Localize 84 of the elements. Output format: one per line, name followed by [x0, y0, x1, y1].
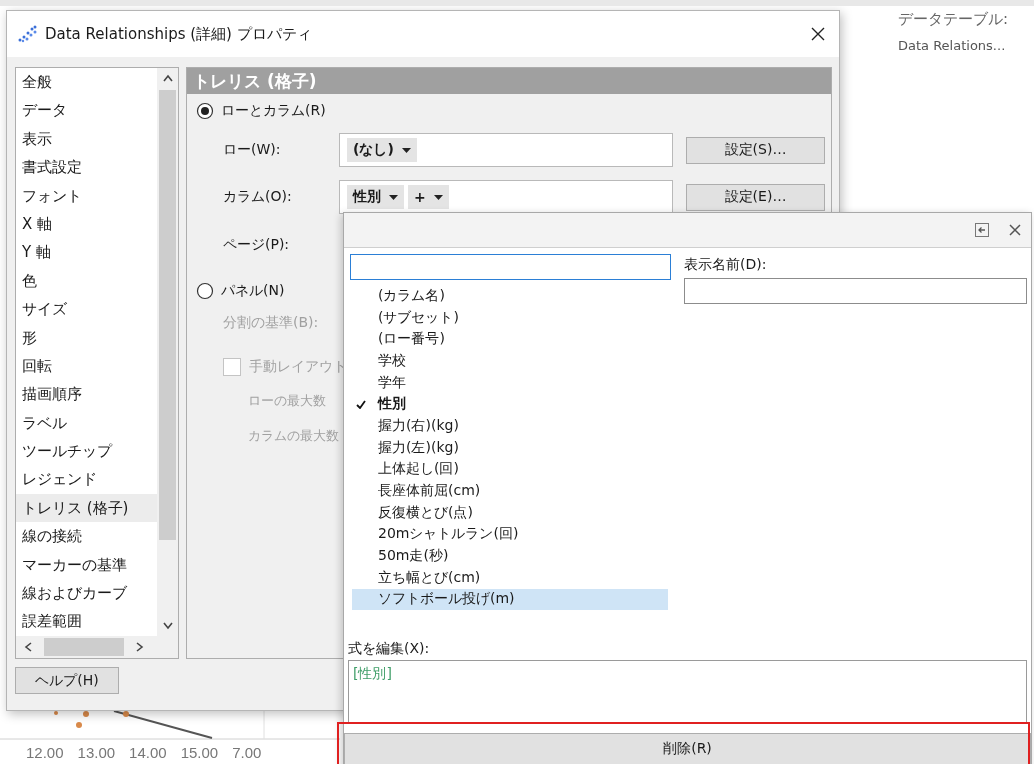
- category-item[interactable]: ツールチップ: [16, 437, 157, 466]
- scroll-thumb[interactable]: [44, 638, 124, 656]
- field-label: ページ(P):: [222, 235, 290, 254]
- category-item[interactable]: 色: [16, 266, 157, 296]
- vertical-scrollbar[interactable]: [157, 68, 178, 636]
- column-item[interactable]: 20mシャトルラン(回): [352, 523, 668, 546]
- caret-icon: [433, 194, 443, 200]
- category-item[interactable]: 線の接続: [16, 522, 157, 551]
- field-label: 表示名前(D):: [684, 255, 768, 274]
- search-field[interactable]: [350, 254, 671, 280]
- column-item[interactable]: 学校: [352, 350, 668, 372]
- field-label: カラムの最大数: [247, 427, 339, 445]
- token-chip[interactable]: 性別: [347, 185, 404, 209]
- close-icon[interactable]: [1008, 223, 1022, 237]
- column-item[interactable]: (カラム名): [352, 285, 668, 307]
- delete-button[interactable]: 削除(R): [344, 733, 1031, 764]
- field-label: 式を編集(X):: [347, 639, 431, 658]
- column-item[interactable]: 立ち幅とび(cm): [352, 566, 668, 589]
- radio-button[interactable]: [196, 282, 214, 300]
- category-item[interactable]: マーカーの基準: [16, 550, 157, 580]
- field-label: ローの最大数: [247, 392, 326, 410]
- column-item[interactable]: 50m走(秒): [352, 545, 668, 567]
- pin-icon[interactable]: [975, 223, 989, 237]
- axis-label: 7.00: [232, 744, 262, 761]
- help-button[interactable]: ヘルプ(H): [15, 667, 119, 694]
- token-chip[interactable]: (なし): [347, 138, 417, 162]
- column-item[interactable]: 握力(左)(kg): [352, 436, 668, 459]
- radio-button[interactable]: [196, 102, 214, 120]
- token-field[interactable]: (なし): [339, 133, 673, 167]
- column-item[interactable]: 学年: [352, 371, 668, 394]
- category-item[interactable]: X 軸: [16, 209, 157, 239]
- window-title: Data Relationships (詳細) プロパティ: [45, 24, 313, 44]
- scatter-icon: [17, 25, 37, 43]
- token-field[interactable]: 性別 +: [339, 180, 673, 214]
- category-item[interactable]: 形: [16, 323, 157, 352]
- chevron-down-icon[interactable]: [162, 622, 173, 630]
- category-item[interactable]: フォント: [16, 181, 157, 210]
- settings-button[interactable]: 設定(E)…: [686, 183, 825, 211]
- category-item[interactable]: 描画順序: [16, 380, 157, 409]
- category-item[interactable]: 線およびカーブ: [16, 579, 157, 608]
- radio-label: ローとカラム(R): [221, 102, 326, 120]
- category-item[interactable]: ラベル: [16, 408, 157, 438]
- section-header: トレリス (格子): [187, 68, 831, 94]
- axis-label: 15.00: [180, 744, 219, 761]
- column-item[interactable]: (ロー番号): [352, 328, 668, 351]
- chevron-up-icon[interactable]: [162, 74, 173, 82]
- category-item[interactable]: 書式設定: [16, 153, 157, 182]
- field-label: ロー(W):: [223, 141, 282, 159]
- chevron-right-icon[interactable]: [136, 642, 144, 652]
- field-label: 分割の基準(B):: [222, 313, 319, 332]
- category-item[interactable]: 表示: [16, 124, 157, 154]
- expression-text: [性別]: [353, 665, 392, 681]
- close-icon[interactable]: [810, 26, 826, 42]
- axis-label: 13.00: [77, 744, 116, 761]
- token-chip[interactable]: +: [408, 185, 449, 209]
- category-item[interactable]: 全般: [16, 68, 157, 97]
- field-label: カラム(O):: [223, 188, 293, 206]
- category-item[interactable]: トレリス (格子): [16, 493, 157, 523]
- column-item[interactable]: 性別: [352, 393, 668, 416]
- category-item[interactable]: Y 軸: [16, 238, 157, 267]
- checkbox-label: 手動レイアウト: [249, 358, 347, 376]
- scroll-thumb[interactable]: [159, 90, 176, 540]
- category-item[interactable]: レジェンド: [16, 465, 157, 494]
- column-item[interactable]: 上体起し(回): [352, 458, 668, 481]
- caret-icon: [389, 194, 398, 200]
- column-item[interactable]: 反復横とび(点): [352, 501, 668, 524]
- axis-label: 12.00: [26, 744, 64, 761]
- column-item[interactable]: (サブセット): [352, 306, 668, 329]
- data-table-label: データテーブル:: [898, 10, 1009, 29]
- category-item[interactable]: 回転: [16, 351, 157, 381]
- display-name-field[interactable]: [684, 278, 1027, 304]
- caret-icon: [401, 147, 411, 153]
- axis-label: 14.00: [129, 744, 167, 761]
- chevron-left-icon[interactable]: [24, 642, 32, 652]
- column-item[interactable]: 握力(右)(kg): [352, 415, 668, 437]
- column-item[interactable]: ソフトボール投げ(m): [352, 588, 668, 611]
- radio-label: パネル(N): [221, 282, 285, 300]
- category-item[interactable]: サイズ: [16, 295, 157, 324]
- data-table-name: Data Relations...: [898, 38, 1007, 53]
- category-item[interactable]: データ: [16, 96, 157, 125]
- settings-button[interactable]: 設定(S)…: [686, 136, 825, 164]
- column-item[interactable]: 長座体前屈(cm): [352, 480, 668, 502]
- horizontal-scrollbar[interactable]: [16, 636, 178, 658]
- category-item[interactable]: 誤差範囲: [16, 607, 157, 636]
